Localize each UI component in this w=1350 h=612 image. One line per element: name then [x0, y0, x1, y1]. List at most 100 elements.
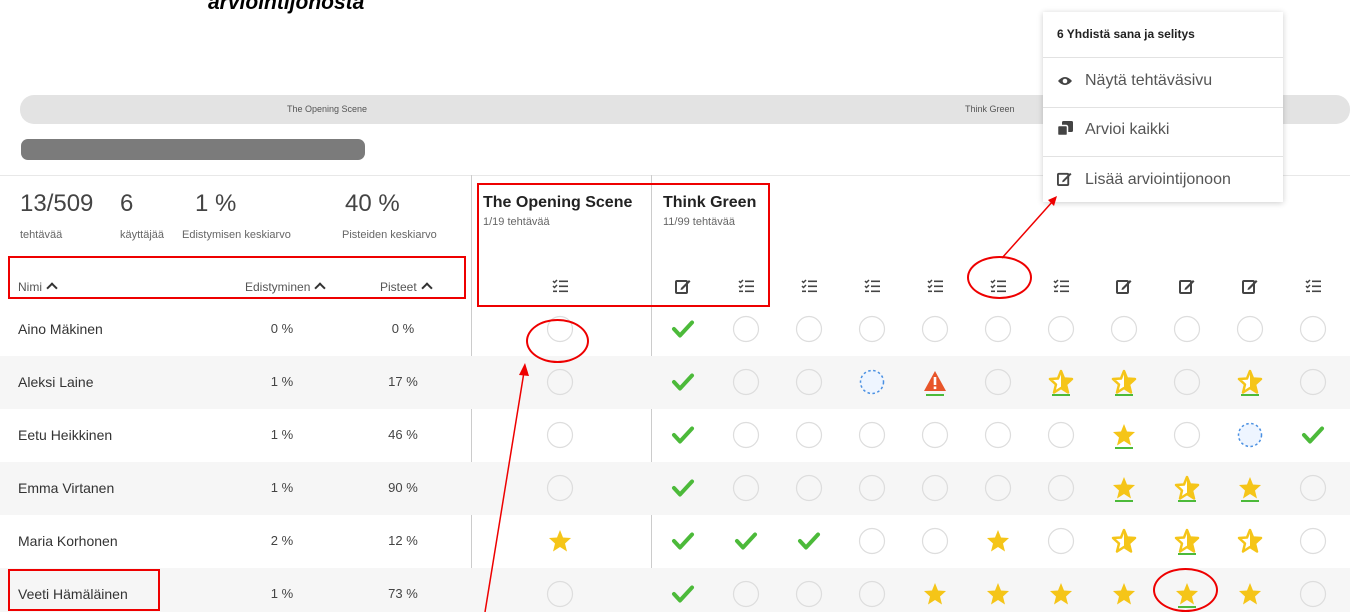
- empty-circle-icon[interactable]: [984, 421, 1012, 449]
- empty-circle-icon[interactable]: [984, 368, 1012, 396]
- stat-points-value: 40 %: [345, 190, 400, 217]
- empty-circle-icon[interactable]: [1110, 315, 1138, 343]
- empty-circle-icon[interactable]: [858, 315, 886, 343]
- empty-circle-icon[interactable]: [795, 474, 823, 502]
- empty-circle-icon[interactable]: [546, 580, 574, 608]
- student-row: Eetu Heikkinen 1 % 46 %: [0, 409, 1350, 462]
- empty-circle-icon[interactable]: [858, 421, 886, 449]
- edit-icon[interactable]: [1116, 278, 1132, 294]
- menu-item-grade-all[interactable]: Arvioi kaikki: [1056, 121, 1170, 141]
- empty-circle-icon[interactable]: [732, 368, 760, 396]
- empty-circle-icon[interactable]: [1047, 527, 1075, 555]
- empty-circle-icon[interactable]: [921, 474, 949, 502]
- menu-item-add-to-queue[interactable]: Lisää arviointijonoon: [1057, 171, 1231, 191]
- empty-circle-icon[interactable]: [732, 580, 760, 608]
- empty-circle-icon[interactable]: [1173, 315, 1201, 343]
- empty-circle-icon[interactable]: [1236, 315, 1264, 343]
- star-underlined-icon[interactable]: [1110, 421, 1138, 449]
- empty-circle-icon[interactable]: [546, 474, 574, 502]
- course-bar-label-right: Think Green: [965, 104, 1015, 114]
- student-row: Maria Korhonen 2 % 12 %: [0, 515, 1350, 568]
- menu-item-view-task[interactable]: Näytä tehtäväsivu: [1057, 72, 1212, 92]
- star-icon[interactable]: [921, 580, 949, 608]
- stat-users-value: 6: [120, 190, 134, 217]
- check-icon[interactable]: [669, 315, 697, 343]
- checklist-icon[interactable]: [864, 278, 880, 294]
- student-progress: 2 %: [270, 533, 294, 548]
- empty-circle-icon[interactable]: [795, 315, 823, 343]
- empty-circle-icon[interactable]: [1299, 315, 1327, 343]
- student-name[interactable]: Eetu Heikkinen: [18, 427, 112, 443]
- empty-circle-icon[interactable]: [795, 580, 823, 608]
- student-row: Emma Virtanen 1 % 90 %: [0, 462, 1350, 515]
- stat-tasks-label: tehtävää: [20, 229, 63, 241]
- empty-circle-icon[interactable]: [795, 421, 823, 449]
- empty-circle-icon[interactable]: [1299, 580, 1327, 608]
- student-points: 90 %: [388, 480, 418, 495]
- empty-circle-icon[interactable]: [732, 474, 760, 502]
- menu-divider: [1043, 57, 1283, 58]
- checklist-icon[interactable]: [1053, 278, 1069, 294]
- empty-circle-icon[interactable]: [546, 421, 574, 449]
- star-icon[interactable]: [984, 580, 1012, 608]
- empty-circle-icon[interactable]: [1299, 368, 1327, 396]
- half-star-underlined-icon[interactable]: [1236, 368, 1264, 396]
- edit-icon[interactable]: [1179, 278, 1195, 294]
- empty-circle-icon[interactable]: [858, 474, 886, 502]
- checklist-icon[interactable]: [927, 278, 943, 294]
- star-icon[interactable]: [1236, 580, 1264, 608]
- pending-circle-icon[interactable]: [1236, 421, 1264, 449]
- empty-circle-icon[interactable]: [732, 421, 760, 449]
- half-star-icon[interactable]: [1236, 527, 1264, 555]
- empty-circle-icon[interactable]: [858, 580, 886, 608]
- empty-circle-icon[interactable]: [1047, 474, 1075, 502]
- student-name[interactable]: Aino Mäkinen: [18, 321, 103, 337]
- empty-circle-icon[interactable]: [1173, 421, 1201, 449]
- annotation-circle-star-underlined: [1153, 568, 1218, 612]
- empty-circle-icon[interactable]: [858, 527, 886, 555]
- pending-circle-icon[interactable]: [858, 368, 886, 396]
- checklist-icon[interactable]: [1305, 278, 1321, 294]
- edit-icon[interactable]: [1242, 278, 1258, 294]
- filter-placeholder-bar[interactable]: [21, 139, 365, 160]
- student-name[interactable]: Aleksi Laine: [18, 374, 94, 390]
- star-icon[interactable]: [984, 527, 1012, 555]
- half-star-underlined-icon[interactable]: [1047, 368, 1075, 396]
- checklist-icon[interactable]: [801, 278, 817, 294]
- empty-circle-icon[interactable]: [1299, 474, 1327, 502]
- empty-circle-icon[interactable]: [984, 315, 1012, 343]
- empty-circle-icon[interactable]: [921, 421, 949, 449]
- half-star-underlined-icon[interactable]: [1173, 527, 1201, 555]
- star-underlined-icon[interactable]: [1110, 474, 1138, 502]
- student-name[interactable]: Maria Korhonen: [18, 533, 118, 549]
- empty-circle-icon[interactable]: [921, 315, 949, 343]
- menu-item-label: Arvioi kaikki: [1085, 121, 1170, 138]
- empty-circle-icon[interactable]: [921, 527, 949, 555]
- star-icon[interactable]: [546, 527, 574, 555]
- check-icon[interactable]: [732, 527, 760, 555]
- check-icon[interactable]: [669, 580, 697, 608]
- check-icon[interactable]: [669, 421, 697, 449]
- empty-circle-icon[interactable]: [1047, 315, 1075, 343]
- warning-icon[interactable]: [921, 368, 949, 396]
- check-icon[interactable]: [669, 368, 697, 396]
- star-icon[interactable]: [1047, 580, 1075, 608]
- half-star-underlined-icon[interactable]: [1110, 368, 1138, 396]
- student-name[interactable]: Emma Virtanen: [18, 480, 114, 496]
- empty-circle-icon[interactable]: [795, 368, 823, 396]
- empty-circle-icon[interactable]: [1299, 527, 1327, 555]
- half-star-icon[interactable]: [1110, 527, 1138, 555]
- empty-circle-icon[interactable]: [732, 315, 760, 343]
- empty-circle-icon[interactable]: [984, 474, 1012, 502]
- check-icon[interactable]: [669, 474, 697, 502]
- check-icon[interactable]: [795, 527, 823, 555]
- check-icon[interactable]: [669, 527, 697, 555]
- star-underlined-icon[interactable]: [1236, 474, 1264, 502]
- empty-circle-icon[interactable]: [1047, 421, 1075, 449]
- annotation-box-headers: [8, 256, 466, 299]
- empty-circle-icon[interactable]: [1173, 368, 1201, 396]
- empty-circle-icon[interactable]: [546, 368, 574, 396]
- half-star-underlined-icon[interactable]: [1173, 474, 1201, 502]
- star-icon[interactable]: [1110, 580, 1138, 608]
- check-icon[interactable]: [1299, 421, 1327, 449]
